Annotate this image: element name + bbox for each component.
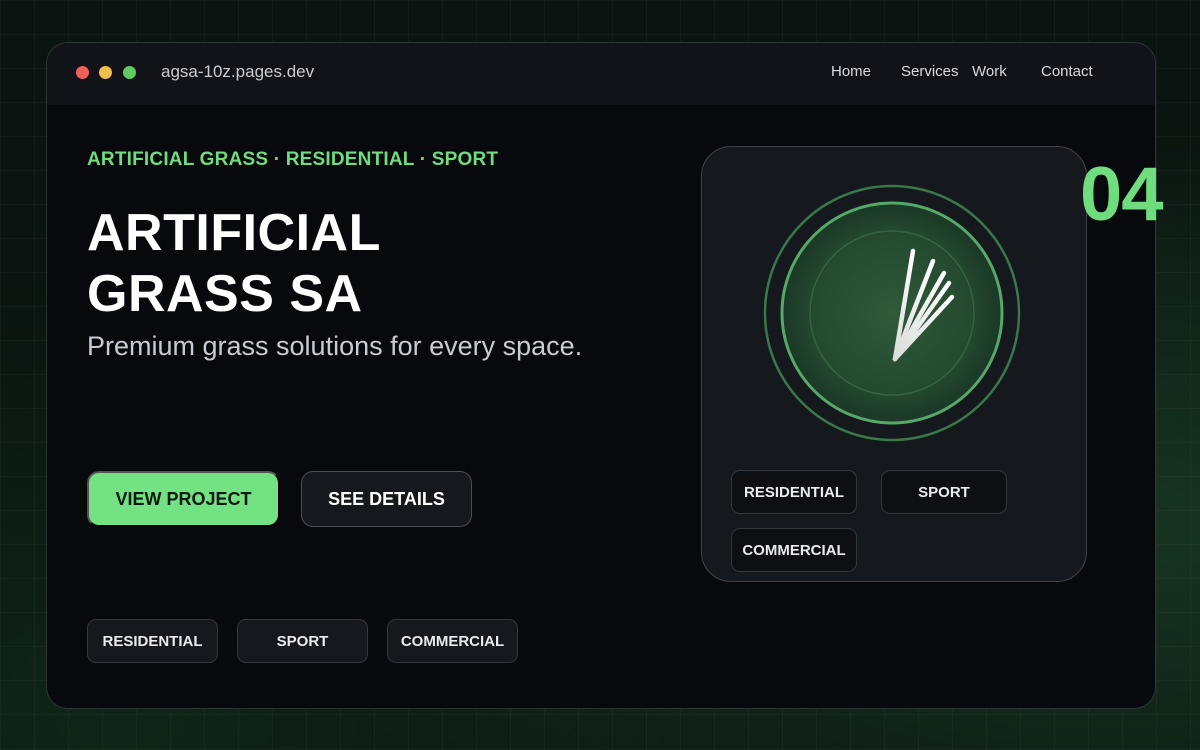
tag-residential[interactable]: RESIDENTIAL	[87, 619, 218, 663]
nav-link-work[interactable]: Work	[972, 63, 1007, 80]
project-card[interactable]: RESIDENTIAL SPORT COMMERCIAL	[701, 146, 1087, 582]
minimize-window-dot[interactable]	[99, 66, 112, 79]
grass-blades-icon	[763, 184, 1021, 442]
tag-sport[interactable]: SPORT	[237, 619, 368, 663]
page-title-line-1: ARTIFICIAL	[87, 204, 381, 262]
slide-number-badge: 04	[1080, 152, 1164, 237]
page-title-line-2: GRASS SA	[87, 265, 363, 323]
hero-subtitle: Premium grass solutions for every space.	[87, 331, 583, 361]
maximize-window-dot[interactable]	[123, 66, 136, 79]
nav-link-services[interactable]: Services	[901, 63, 959, 80]
browser-window: agsa-10z.pages.dev Home Services Work Co…	[46, 42, 1156, 709]
card-tag-residential[interactable]: RESIDENTIAL	[731, 470, 857, 514]
view-project-button[interactable]: VIEW PROJECT	[87, 471, 280, 527]
nav-link-contact[interactable]: Contact	[1041, 63, 1093, 80]
tag-commercial[interactable]: COMMERCIAL	[387, 619, 518, 663]
address-bar-url[interactable]: agsa-10z.pages.dev	[161, 62, 314, 82]
card-tag-sport[interactable]: SPORT	[881, 470, 1007, 514]
nav-link-home[interactable]: Home	[831, 63, 871, 80]
browser-titlebar: agsa-10z.pages.dev Home Services Work Co…	[47, 43, 1155, 105]
page-title: ARTIFICIAL GRASS SA	[87, 203, 507, 325]
close-window-dot[interactable]	[76, 66, 89, 79]
see-details-button[interactable]: SEE DETAILS	[301, 471, 472, 527]
card-tag-commercial[interactable]: COMMERCIAL	[731, 528, 857, 572]
hero-eyebrow: ARTIFICIAL GRASS · RESIDENTIAL · SPORT	[87, 149, 499, 170]
